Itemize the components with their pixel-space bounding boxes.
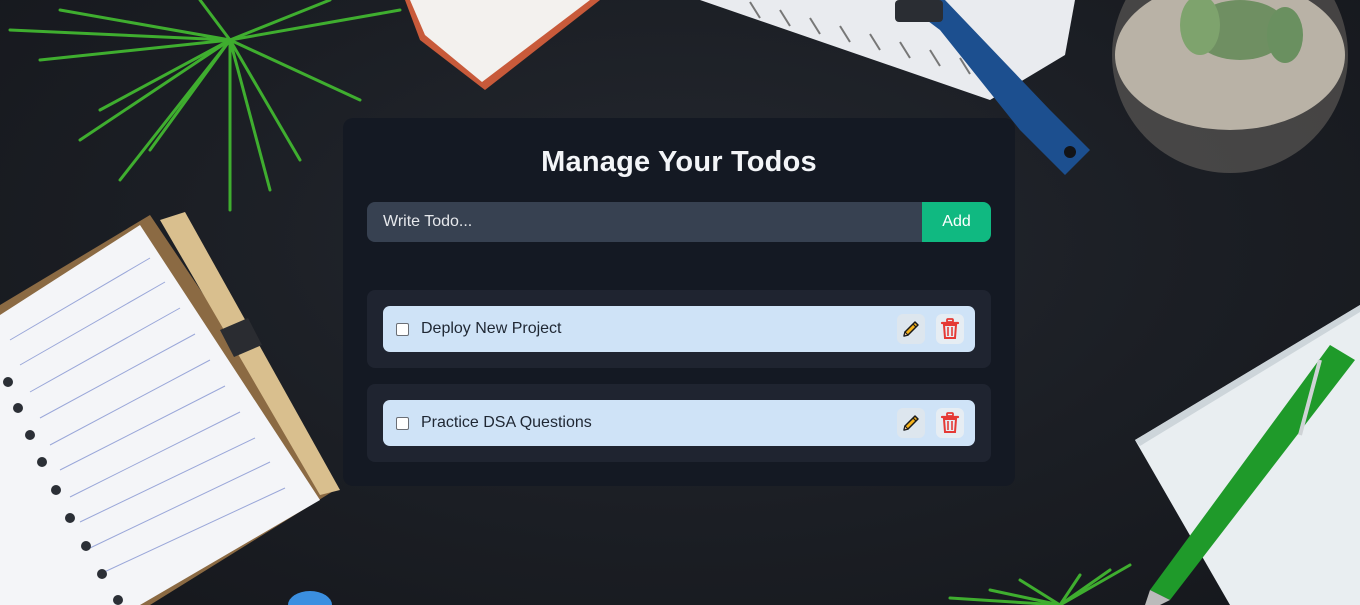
notepad-right-decoration	[1135, 305, 1360, 605]
pencil-icon	[903, 415, 919, 431]
add-button[interactable]: Add	[922, 202, 991, 242]
todo-form: Add	[367, 202, 991, 242]
edit-button[interactable]	[897, 314, 925, 344]
notebook-left-decoration	[0, 212, 340, 605]
plant-decoration	[8, 0, 402, 212]
todo-item: Deploy New Project	[383, 306, 975, 352]
todo-container: Deploy New Project	[367, 290, 991, 368]
trash-icon	[940, 412, 960, 433]
todo-input[interactable]	[367, 202, 922, 242]
todo-checkbox[interactable]	[396, 322, 409, 336]
todo-checkbox[interactable]	[396, 416, 409, 430]
todo-card: Manage Your Todos Add Deploy New Project	[343, 118, 1015, 486]
trash-icon	[940, 318, 960, 339]
pot-plant-decoration	[1112, 0, 1348, 173]
delete-button[interactable]	[936, 408, 964, 438]
pencil-icon	[903, 321, 919, 337]
todo-container: Practice DSA Questions	[367, 384, 991, 462]
todo-text: Practice DSA Questions	[421, 414, 592, 431]
notebook-top-decoration	[405, 0, 600, 90]
todo-text: Deploy New Project	[421, 320, 562, 337]
edit-button[interactable]	[897, 408, 925, 438]
grass-decoration	[948, 563, 1132, 605]
blue-object-decoration	[288, 591, 332, 605]
page-title: Manage Your Todos	[541, 146, 817, 178]
delete-button[interactable]	[936, 314, 964, 344]
todo-item: Practice DSA Questions	[383, 400, 975, 446]
